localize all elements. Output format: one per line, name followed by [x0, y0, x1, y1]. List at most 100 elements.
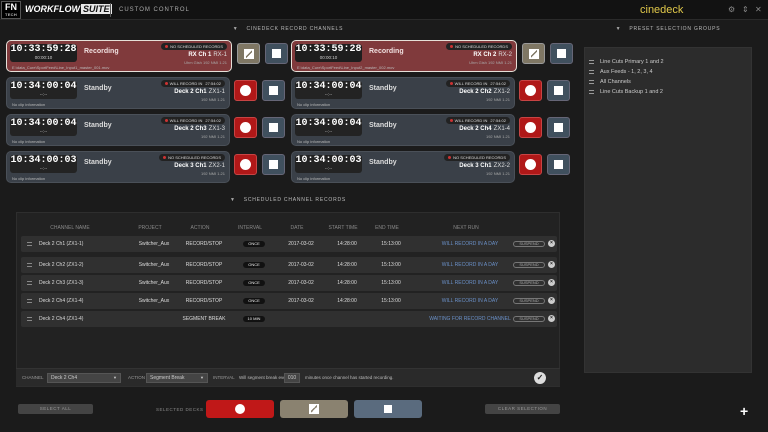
- suspend-button[interactable]: SUSPEND: [513, 316, 545, 322]
- record-button[interactable]: [234, 80, 257, 101]
- stop-button[interactable]: [262, 154, 285, 175]
- delete-row-button[interactable]: ×: [548, 297, 555, 304]
- drag-handle-icon[interactable]: [27, 242, 32, 246]
- suspend-button[interactable]: SUSPEND: [513, 241, 545, 247]
- channel-card[interactable]: 10:34:00:03 --:-- Standby NO SCHEDULED RECO…: [6, 151, 230, 183]
- interval-label: INTERVAL: [213, 375, 235, 380]
- action-select[interactable]: Segment Break ▼: [146, 373, 208, 383]
- stop-button[interactable]: [262, 117, 285, 138]
- elapsed-time: --:--: [39, 92, 48, 97]
- stop-button[interactable]: [265, 43, 288, 64]
- drag-handle-icon[interactable]: [27, 299, 32, 303]
- table-row[interactable]: Deck 2 Ch1 (ZX1-1) Switcher_Aux RECORD/STO…: [21, 236, 557, 252]
- close-icon[interactable]: ✕: [755, 5, 762, 14]
- record-button[interactable]: [234, 117, 257, 138]
- table-row[interactable]: Deck 2 Ch4 (ZX1-4) Switcher_Aux RECORD/STO…: [21, 293, 557, 309]
- channel-select[interactable]: Deck 2 Ch4 ▼: [47, 373, 121, 383]
- segment-selected-button[interactable]: [280, 400, 348, 418]
- cell-date: 2017-03-02: [288, 262, 314, 268]
- stop-button[interactable]: [550, 43, 573, 64]
- channel-status: Recording: [84, 48, 119, 55]
- segment-icon: [309, 404, 319, 414]
- timecode: 10:34:00:04: [295, 81, 362, 92]
- stop-button[interactable]: [547, 154, 570, 175]
- clip-info: No clip information: [12, 176, 46, 181]
- channel-name-text: RX Ch 1: [188, 52, 212, 58]
- chevron-down-icon: ▼: [229, 197, 236, 203]
- cell-interval: 10 MIN: [231, 311, 277, 327]
- record-button[interactable]: [519, 154, 542, 175]
- presets-section-header[interactable]: ▼ PRESET SELECTION GROUPS: [584, 22, 752, 36]
- channel-card[interactable]: 10:34:00:04 --:-- Standby WILL RECORD IN 27:…: [6, 77, 230, 109]
- preset-item[interactable]: Line Cuts Primary 1 and 2: [589, 58, 749, 66]
- channel-card[interactable]: 10:34:00:04 --:-- Standby WILL RECORD IN 27:…: [6, 114, 230, 146]
- channel-card[interactable]: 10:34:00:04 --:-- Standby WILL RECORD IN 27:…: [291, 77, 515, 109]
- close-icon: ×: [550, 297, 553, 303]
- channel-status: Standby: [84, 85, 112, 92]
- confirm-schedule-button[interactable]: ✓: [534, 372, 546, 384]
- chevron-down-icon: ▼: [232, 26, 239, 32]
- timecode: 10:33:59:28: [295, 44, 362, 55]
- gear-icon[interactable]: ⚙: [728, 5, 735, 14]
- top-bar: FN TECH WORKFLOW SUITE CUSTOM CONTROL cin…: [0, 0, 768, 20]
- channel-name: Deck 2 Ch3 ZX1-3: [174, 126, 225, 132]
- clear-selection-button[interactable]: CLEAR SELECTION: [485, 404, 560, 414]
- clip-info: E:\data_Cure\SportFeed\Line_Input2_maste…: [297, 65, 395, 70]
- table-header-cell: CHANNEL NAME: [50, 225, 90, 231]
- table-row[interactable]: Deck 2 Ch2 (ZX1-2) Switcher_Aux RECORD/STO…: [21, 257, 557, 273]
- preset-item[interactable]: Aux Feeds - 1, 2, 3, 4: [589, 68, 749, 76]
- delete-row-button[interactable]: ×: [548, 315, 555, 322]
- record-selected-button[interactable]: [206, 400, 274, 418]
- cell-interval: ONCE: [231, 293, 277, 309]
- channel-name: Deck 2 Ch1 ZX1-1: [174, 89, 225, 95]
- channel-status: Standby: [84, 122, 112, 129]
- scheduled-section-header[interactable]: ▼ SCHEDULED CHANNEL RECORDS: [16, 193, 560, 207]
- table-row[interactable]: Deck 2 Ch3 (ZX1-3) Switcher_Aux RECORD/STO…: [21, 275, 557, 291]
- clip-info: No clip information: [297, 176, 331, 181]
- schedule-countdown: 27:54:02: [490, 81, 506, 86]
- stop-button[interactable]: [547, 80, 570, 101]
- stop-button[interactable]: [262, 80, 285, 101]
- add-preset-button[interactable]: +: [740, 403, 748, 419]
- cell-date: 2017-03-02: [288, 241, 314, 247]
- channel-card[interactable]: 10:33:59:28 00:00:10 Recording NO SCHEDULED…: [291, 40, 517, 72]
- channel-card[interactable]: 10:34:00:03 --:-- Standby NO SCHEDULED RECO…: [291, 151, 515, 183]
- clip-info: No clip information: [12, 139, 46, 144]
- record-button[interactable]: [519, 80, 542, 101]
- preset-item[interactable]: All Channels: [589, 78, 749, 86]
- caret-down-icon: ▼: [200, 375, 204, 380]
- delete-row-button[interactable]: ×: [548, 279, 555, 286]
- scheduled-section-title: SCHEDULED CHANNEL RECORDS: [243, 197, 347, 203]
- channel-card[interactable]: 10:33:59:28 00:00:10 Recording NO SCHEDULED…: [6, 40, 232, 72]
- timecode-display: 10:34:00:04 --:--: [295, 118, 362, 136]
- sort-icon[interactable]: ⇕: [742, 5, 749, 14]
- suspend-button[interactable]: SUSPEND: [513, 280, 545, 286]
- suspend-button[interactable]: SUSPEND: [513, 298, 545, 304]
- cell-project: Switcher_Aux: [138, 262, 170, 268]
- channel-format: 192 NMI 1.21: [485, 97, 510, 102]
- channels-section-header[interactable]: ▼ CINEDECK RECORD CHANNELS: [16, 22, 560, 36]
- channel-name-text: Deck 3 Ch1: [174, 163, 207, 169]
- channel-card[interactable]: 10:34:00:04 --:-- Standby WILL RECORD IN 27:…: [291, 114, 515, 146]
- drag-handle-icon[interactable]: [27, 263, 32, 267]
- add-icon: +: [740, 403, 749, 419]
- interval-minutes-input[interactable]: 010: [284, 373, 300, 383]
- table-header-cell: NEXT RUN: [453, 225, 479, 231]
- segment-button[interactable]: [237, 43, 260, 64]
- record-button[interactable]: [234, 154, 257, 175]
- stop-selected-button[interactable]: [354, 400, 422, 418]
- delete-row-button[interactable]: ×: [548, 261, 555, 268]
- selected-decks-label: SELECTED DECKS: [156, 407, 204, 412]
- segment-button[interactable]: [522, 43, 545, 64]
- channel-id: ZX1-3: [208, 126, 225, 132]
- drag-handle-icon[interactable]: [27, 317, 32, 321]
- select-all-button[interactable]: SELECT ALL: [18, 404, 93, 414]
- delete-row-button[interactable]: ×: [548, 240, 555, 247]
- suspend-button[interactable]: SUSPEND: [513, 262, 545, 268]
- interval-prefix-text: Will segment break every: [239, 375, 290, 380]
- table-row[interactable]: Deck 2 Ch4 (ZX1-4) SEGMENT BREAK 10 MIN WAI…: [21, 311, 557, 327]
- preset-item[interactable]: Line Cuts Backup 1 and 2: [589, 88, 749, 96]
- stop-button[interactable]: [547, 117, 570, 138]
- drag-handle-icon[interactable]: [27, 281, 32, 285]
- record-button[interactable]: [519, 117, 542, 138]
